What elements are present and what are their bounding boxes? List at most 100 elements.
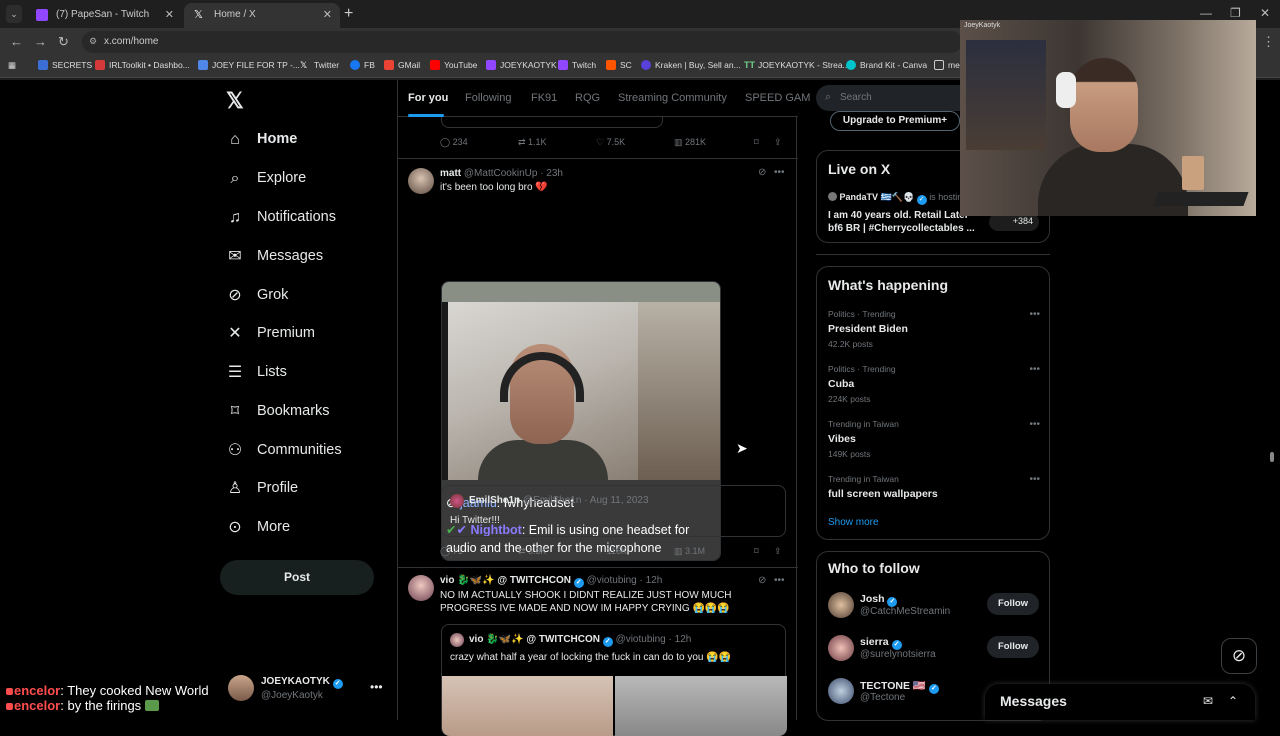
back-icon[interactable]: ← [10,34,23,49]
nav-notifications[interactable]: ♫ Notifications [226,206,396,236]
upgrade-premium-button[interactable]: Upgrade to Premium+ [830,111,960,131]
trend-item[interactable]: Politics · Trending President Biden 42.2… [828,309,1040,349]
bookmark-joey-file[interactable]: JOEY FILE FOR TP -... [198,60,300,70]
restore-icon[interactable]: ❐ [1230,6,1241,20]
like-button[interactable]: ♡ 7.5K [596,137,625,148]
trend-item[interactable]: Politics · Trending Cuba 224K posts ••• [828,364,1040,404]
bookmark-gmail[interactable]: GMail [384,60,420,70]
quoted-tweet[interactable]: EmilShe1n @EmilShe1n · Aug 11, 2023 Hi T… [441,485,786,537]
browser-menu-icon[interactable]: ⋮ [1262,34,1275,50]
close-tab-icon[interactable]: ✕ [165,8,174,21]
follow-button[interactable]: Follow [987,636,1039,658]
new-tab-icon[interactable]: + [344,5,353,23]
reply-button[interactable]: ◯ 234 [440,137,468,148]
nav-home[interactable]: ⌂ Home [226,128,396,158]
kraken-icon [641,60,651,70]
tweet-author[interactable]: matt @MattCookinUp · 23h [440,168,563,179]
more-horizontal-icon[interactable]: ••• [1029,419,1040,430]
tweet[interactable]: vio 🐉🦋✨ @ TWITCHCON ✓ @viotubing · 12h ⊘… [398,568,798,736]
reply-button[interactable]: ◯ 71 [440,546,463,557]
more-horizontal-icon[interactable]: ••• [774,167,785,178]
bookmark-joeykaotyk[interactable]: JOEYKAOTYK [486,60,557,70]
trend-posts: 42.2K posts [828,339,873,349]
views-button[interactable]: ▥ 3.1M [674,546,705,557]
nav-explore[interactable]: ⌕ Explore [226,167,396,197]
trend-item[interactable]: Trending in Taiwan full screen wallpaper… [828,474,1040,500]
views-button[interactable]: ▥ 281K [674,137,706,148]
messages-drawer[interactable]: Messages ✉ ⌃ [985,684,1255,720]
tab-twitch[interactable]: (7) PapeSan - Twitch ✕ [26,3,182,28]
more-horizontal-icon[interactable]: ••• [1029,309,1040,320]
show-more-link[interactable]: Show more [828,517,879,528]
scrollbar-thumb[interactable] [1270,452,1274,462]
site-info-icon[interactable]: ⚙ [89,36,97,47]
bookmark-folder-me[interactable]: me [934,60,960,70]
post-button[interactable]: Post [220,560,374,595]
bookmark-icon[interactable]: ⌑ [754,546,759,557]
more-horizontal-icon[interactable]: ••• [370,680,383,694]
follow-suggestion[interactable]: Josh ✓ @CatchMeStreamin Follow [828,590,1040,624]
tab-for-you[interactable]: For you [408,92,448,104]
tab-following[interactable]: Following [465,92,511,104]
repost-button[interactable]: ⇄ 3.3K [518,546,547,557]
share-icon[interactable]: ⇪ [774,137,782,148]
nav-lists[interactable]: ☰ Lists [226,361,396,391]
tab-search-icon[interactable]: ⌄ [6,5,22,23]
close-window-icon[interactable]: ✕ [1260,6,1270,20]
follow-button[interactable]: Follow [987,593,1039,615]
more-horizontal-icon[interactable]: ••• [1029,364,1040,375]
page-scrollbar[interactable] [1268,82,1276,718]
nav-grok[interactable]: ⊘ Grok [226,284,396,314]
nav-messages[interactable]: ✉ Messages [226,245,396,275]
chevron-up-icon[interactable]: ⌃ [1228,694,1238,708]
tab-streaming-community[interactable]: Streaming Community [618,92,727,104]
more-horizontal-icon[interactable]: ••• [1029,474,1040,485]
mouse-cursor-icon: ➤ [736,440,748,456]
minimize-icon[interactable]: — [1200,6,1212,20]
new-message-icon[interactable]: ✉ [1203,694,1213,708]
grok-icon[interactable]: ⊘ [758,167,766,178]
forward-icon[interactable]: → [34,34,47,49]
x-logo-icon[interactable]: 𝕏 [226,88,244,114]
nav-profile[interactable]: ♙ Profile [226,477,396,507]
account-switcher[interactable]: JOEYKAOTYK ✓ @JoeyKaotyk ••• [228,672,398,712]
tab-fk91[interactable]: FK91 [531,92,557,104]
bookmark-icon[interactable]: ⌑ [754,137,759,148]
bookmark-twitter[interactable]: 𝕏 Twitter [300,60,339,70]
url-input[interactable]: ⚙ x.com/home [82,31,962,53]
nav-premium[interactable]: ✕ Premium [226,322,396,352]
more-horizontal-icon[interactable]: ••• [774,575,785,586]
quoted-tweet[interactable]: vio 🐉🦋✨ @ TWITCHCON ✓ @viotubing · 12h c… [441,624,787,736]
bookmark-joeykaotyk-stream[interactable]: TT JOEYKAOTYK - Strea... [744,60,850,70]
share-icon[interactable]: ⇪ [774,546,782,557]
tab-x-home[interactable]: 𝕏 Home / X ✕ [184,3,340,28]
bookmark-sc[interactable]: SC [606,60,632,70]
quote-media[interactable] [442,676,787,736]
nav-more[interactable]: ⊙ More [226,516,396,546]
grok-icon[interactable]: ⊘ [758,575,766,586]
tweet[interactable]: matt @MattCookinUp · 23h ⊘ ••• it's been… [398,159,798,567]
nav-communities[interactable]: ⚇ Communities [226,439,396,469]
bookmark-twitch[interactable]: Twitch [558,60,596,70]
bookmark-youtube[interactable]: YouTube [430,60,477,70]
tab-rqg[interactable]: RQG [575,92,600,104]
like-button[interactable]: ♡ 116K [596,546,627,557]
bookmark-label: SECRETS [52,60,93,70]
bookmark-secrets[interactable]: SECRETS [38,60,92,70]
nav-bookmarks[interactable]: ⌑ Bookmarks [226,400,396,430]
avatar[interactable] [408,575,434,601]
tweet-author[interactable]: vio 🐉🦋✨ @ TWITCHCON ✓ @viotubing · 12h [440,575,662,588]
repost-button[interactable]: ⇄ 1.1K [518,137,547,148]
trend-item[interactable]: Trending in Taiwan Vibes 149K posts ••• [828,419,1040,459]
tab-speed-game[interactable]: SPEED GAM [745,92,810,104]
follow-suggestion[interactable]: sierra ✓ @surelynotsierra Follow [828,633,1040,667]
bookmark-kraken[interactable]: Kraken | Buy, Sell an... [641,60,741,70]
apps-icon[interactable]: ▦ [8,60,16,71]
bookmark-fb[interactable]: FB [350,60,375,70]
grok-floating-button[interactable]: ⊘ [1221,638,1257,674]
bookmark-brand-kit[interactable]: Brand Kit - Canva [846,60,927,70]
avatar[interactable] [408,168,434,194]
reload-icon[interactable]: ↻ [58,34,69,50]
close-tab-icon[interactable]: ✕ [323,8,332,21]
bookmark-irltoolkit[interactable]: IRLToolkit • Dashbo... [95,60,190,70]
